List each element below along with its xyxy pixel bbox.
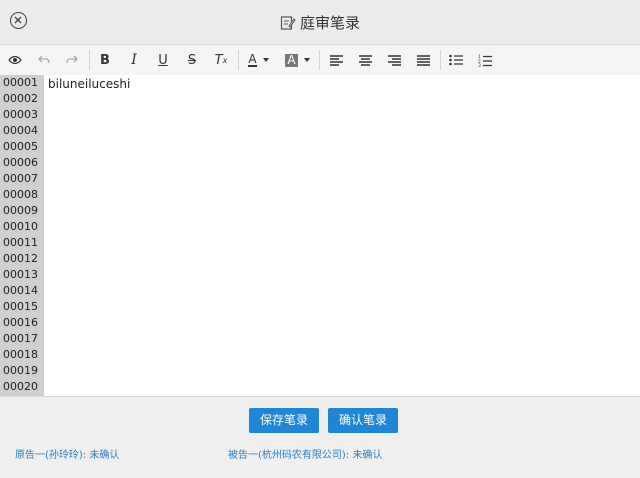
bullet-list-icon[interactable] [445,50,467,70]
title-text: 庭审笔录 [299,14,360,32]
chevron-down-icon [303,58,310,62]
line-number: 00014 [3,284,38,297]
strikethrough-icon[interactable]: S [181,50,203,70]
preview-eye-icon[interactable] [4,50,26,70]
align-center-icon[interactable] [354,50,376,70]
line-number: 00012 [3,252,38,265]
bold-label: B [100,52,110,68]
line-number: 00009 [3,204,38,217]
line-number: 00020 [3,380,38,393]
line-number: 00019 [3,364,38,377]
edit-note-icon [280,15,296,35]
underline-label: U [158,52,168,68]
line-number: 00011 [3,236,38,249]
dialog-title: 庭审笔录 [0,12,640,35]
numbered-list-icon[interactable]: 123 [474,50,496,70]
line-number: 00017 [3,332,38,345]
clear-format-label: T [214,52,223,68]
underline-icon[interactable]: U [152,50,174,70]
bold-icon[interactable]: B [94,50,116,70]
line-number: 00002 [3,92,38,105]
line-number: 00008 [3,188,38,201]
redo-icon[interactable] [61,50,83,70]
undo-icon[interactable] [33,50,55,70]
align-right-icon[interactable] [383,50,405,70]
background-color-icon[interactable]: A [282,50,314,70]
line-number: 00016 [3,316,38,329]
editor-toolbar: B I U S Tx A A 123 [0,45,640,76]
line-number: 00018 [3,348,38,361]
italic-icon[interactable]: I [123,50,145,70]
line-number: 00001 [3,76,38,89]
chevron-down-icon [262,58,269,62]
font-color-label: A [248,52,257,67]
notes-editor[interactable]: 00001 00002 00003 00004 00005 00006 00007 00008… [0,75,640,396]
toolbar-divider [238,50,239,70]
line-number-gutter: 00001 00002 00003 00004 00005 00006 00007 00008… [0,75,44,396]
toolbar-divider [440,50,441,70]
font-color-icon[interactable]: A [243,50,275,70]
line-number: 00003 [3,108,38,121]
line-number: 00007 [3,172,38,185]
save-notes-button[interactable]: 保存笔录 [249,408,319,433]
confirm-notes-button[interactable]: 确认笔录 [328,408,398,433]
clear-format-x: x [222,55,228,65]
toolbar-divider [89,50,90,70]
clear-format-icon[interactable]: Tx [210,50,232,70]
line-number: 00004 [3,124,38,137]
align-left-icon[interactable] [325,50,347,70]
toolbar-divider [319,50,320,70]
line-number: 00015 [3,300,38,313]
strike-label: S [187,52,197,68]
line-number: 00013 [3,268,38,281]
svg-text:3: 3 [478,63,481,67]
plaintiff-status[interactable]: 原告一(孙玲玲): 未确认 [15,446,119,461]
editor-content[interactable]: biluneiluceshi [48,76,130,92]
align-justify-icon[interactable] [412,50,434,70]
line-number: 00005 [3,140,38,153]
dialog-header: 庭审笔录 [0,0,640,45]
line-number: 00010 [3,220,38,233]
bg-color-label: A [285,52,298,67]
defendant-status[interactable]: 被告一(杭州码农有限公司): 未确认 [228,446,382,461]
italic-label: I [131,52,137,68]
dialog-footer: 保存笔录 确认笔录 原告一(孙玲玲): 未确认 被告一(杭州码农有限公司): 未… [0,396,640,478]
line-number: 00006 [3,156,38,169]
